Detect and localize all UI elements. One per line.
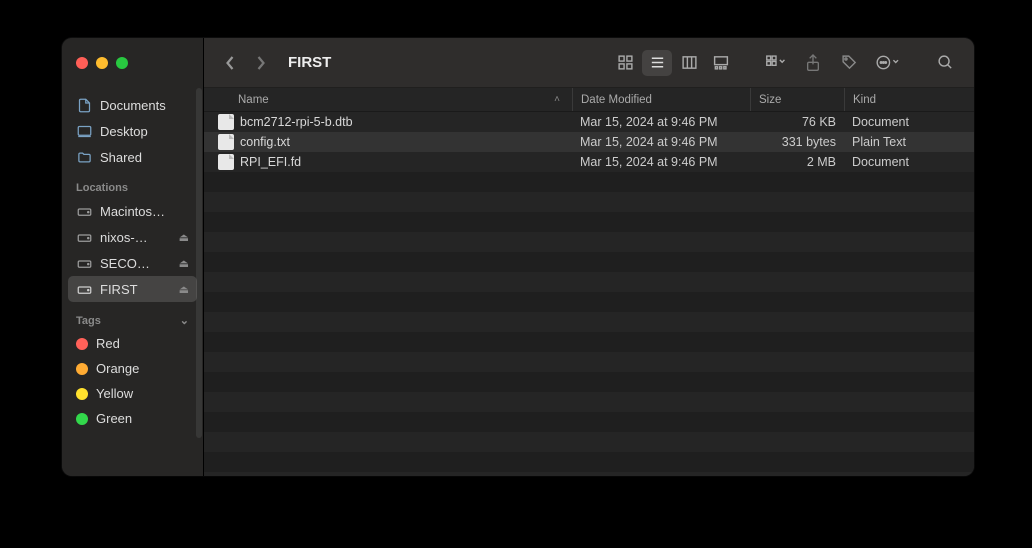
file-name: bcm2712-rpi-5-b.dtb: [240, 115, 572, 129]
icon-view-button[interactable]: [610, 50, 640, 76]
file-row[interactable]: bcm2712-rpi-5-b.dtb Mar 15, 2024 at 9:46…: [204, 112, 974, 132]
column-header-date[interactable]: Date Modified: [572, 88, 750, 111]
column-header-name[interactable]: Name ˄: [238, 88, 572, 111]
back-button[interactable]: [218, 49, 242, 77]
sidebar-item-documents[interactable]: Documents: [68, 92, 197, 118]
file-icon: [218, 114, 234, 130]
tag-color-dot: [76, 338, 88, 350]
file-date: Mar 15, 2024 at 9:46 PM: [572, 115, 750, 129]
sidebar-item-label: Red: [96, 336, 189, 351]
eject-icon[interactable]: ⏏: [179, 283, 189, 296]
sidebar-section-tags[interactable]: Tags ⌄: [68, 302, 197, 331]
column-view-button[interactable]: [674, 50, 704, 76]
file-date: Mar 15, 2024 at 9:46 PM: [572, 155, 750, 169]
tag-color-dot: [76, 363, 88, 375]
sidebar-section-label: Locations: [76, 182, 128, 194]
sidebar-item-label: Orange: [96, 361, 189, 376]
column-headers: Name ˄ Date Modified Size Kind: [204, 88, 974, 112]
drive-icon: [76, 203, 92, 219]
sidebar-tag-green[interactable]: Green: [68, 406, 197, 431]
document-icon: [76, 97, 92, 113]
file-size: 2 MB: [750, 155, 844, 169]
sidebar-item-label: nixos-…: [100, 230, 171, 245]
group-button[interactable]: [760, 50, 792, 76]
sidebar-section-label: Tags: [76, 315, 101, 327]
toolbar: FIRST: [204, 38, 974, 88]
sidebar-tag-yellow[interactable]: Yellow: [68, 381, 197, 406]
close-button[interactable]: [76, 57, 88, 69]
file-icon: [218, 134, 234, 150]
eject-icon[interactable]: ⏏: [179, 231, 189, 244]
file-list[interactable]: bcm2712-rpi-5-b.dtb Mar 15, 2024 at 9:46…: [204, 112, 974, 476]
sidebar-item-seco[interactable]: SECO… ⏏: [68, 250, 197, 276]
column-label: Date Modified: [581, 94, 652, 106]
gallery-view-button[interactable]: [706, 50, 736, 76]
file-name: config.txt: [240, 135, 572, 149]
drive-icon: [76, 229, 92, 245]
sidebar-item-label: Desktop: [100, 124, 189, 139]
sidebar-item-label: Documents: [100, 98, 189, 113]
sidebar-item-label: Yellow: [96, 386, 189, 401]
sidebar-item-label: Green: [96, 411, 189, 426]
window-title: FIRST: [288, 54, 331, 71]
file-kind: Document: [844, 115, 974, 129]
column-label: Size: [759, 94, 781, 106]
drive-icon: [76, 281, 92, 297]
share-button[interactable]: [798, 50, 828, 76]
file-size: 76 KB: [750, 115, 844, 129]
folder-icon: [76, 149, 92, 165]
main-pane: FIRST: [204, 38, 974, 476]
file-kind: Document: [844, 155, 974, 169]
sidebar-item-label: FIRST: [100, 282, 171, 297]
sidebar-section-locations: Locations: [68, 170, 197, 198]
sidebar: Documents Desktop Shared Locations: [62, 38, 204, 476]
forward-button[interactable]: [248, 49, 272, 77]
column-label: Kind: [853, 94, 876, 106]
sidebar-scrollbar[interactable]: [196, 88, 202, 438]
drive-icon: [76, 255, 92, 271]
sidebar-item-macintosh[interactable]: Macintos…: [68, 198, 197, 224]
sidebar-item-shared[interactable]: Shared: [68, 144, 197, 170]
tag-color-dot: [76, 388, 88, 400]
sidebar-item-label: SECO…: [100, 256, 171, 271]
tag-button[interactable]: [834, 50, 864, 76]
list-view-button[interactable]: [642, 50, 672, 76]
sidebar-item-first[interactable]: FIRST ⏏: [68, 276, 197, 302]
sidebar-item-nixos[interactable]: nixos-… ⏏: [68, 224, 197, 250]
eject-icon[interactable]: ⏏: [179, 257, 189, 270]
column-label: Name: [238, 94, 269, 106]
file-row[interactable]: config.txt Mar 15, 2024 at 9:46 PM 331 b…: [204, 132, 974, 152]
action-button[interactable]: [870, 50, 906, 76]
tag-color-dot: [76, 413, 88, 425]
sidebar-tag-red[interactable]: Red: [68, 331, 197, 356]
view-switcher: [610, 50, 736, 76]
zoom-button[interactable]: [116, 57, 128, 69]
sidebar-list: Documents Desktop Shared Locations: [62, 88, 203, 476]
finder-window: Documents Desktop Shared Locations: [62, 38, 974, 476]
window-controls: [62, 38, 203, 88]
file-icon: [218, 154, 234, 170]
sidebar-item-desktop[interactable]: Desktop: [68, 118, 197, 144]
chevron-down-icon: ⌄: [180, 314, 189, 327]
column-header-size[interactable]: Size: [750, 88, 844, 111]
file-date: Mar 15, 2024 at 9:46 PM: [572, 135, 750, 149]
column-header-kind[interactable]: Kind: [844, 88, 974, 111]
sidebar-tag-orange[interactable]: Orange: [68, 356, 197, 381]
desktop-icon: [76, 123, 92, 139]
file-kind: Plain Text: [844, 135, 974, 149]
minimize-button[interactable]: [96, 57, 108, 69]
search-button[interactable]: [930, 50, 960, 76]
sidebar-item-label: Shared: [100, 150, 189, 165]
file-row[interactable]: RPI_EFI.fd Mar 15, 2024 at 9:46 PM 2 MB …: [204, 152, 974, 172]
sidebar-item-label: Macintos…: [100, 204, 189, 219]
sort-ascending-icon: ˄: [554, 94, 560, 105]
file-size: 331 bytes: [750, 135, 844, 149]
file-name: RPI_EFI.fd: [240, 155, 572, 169]
